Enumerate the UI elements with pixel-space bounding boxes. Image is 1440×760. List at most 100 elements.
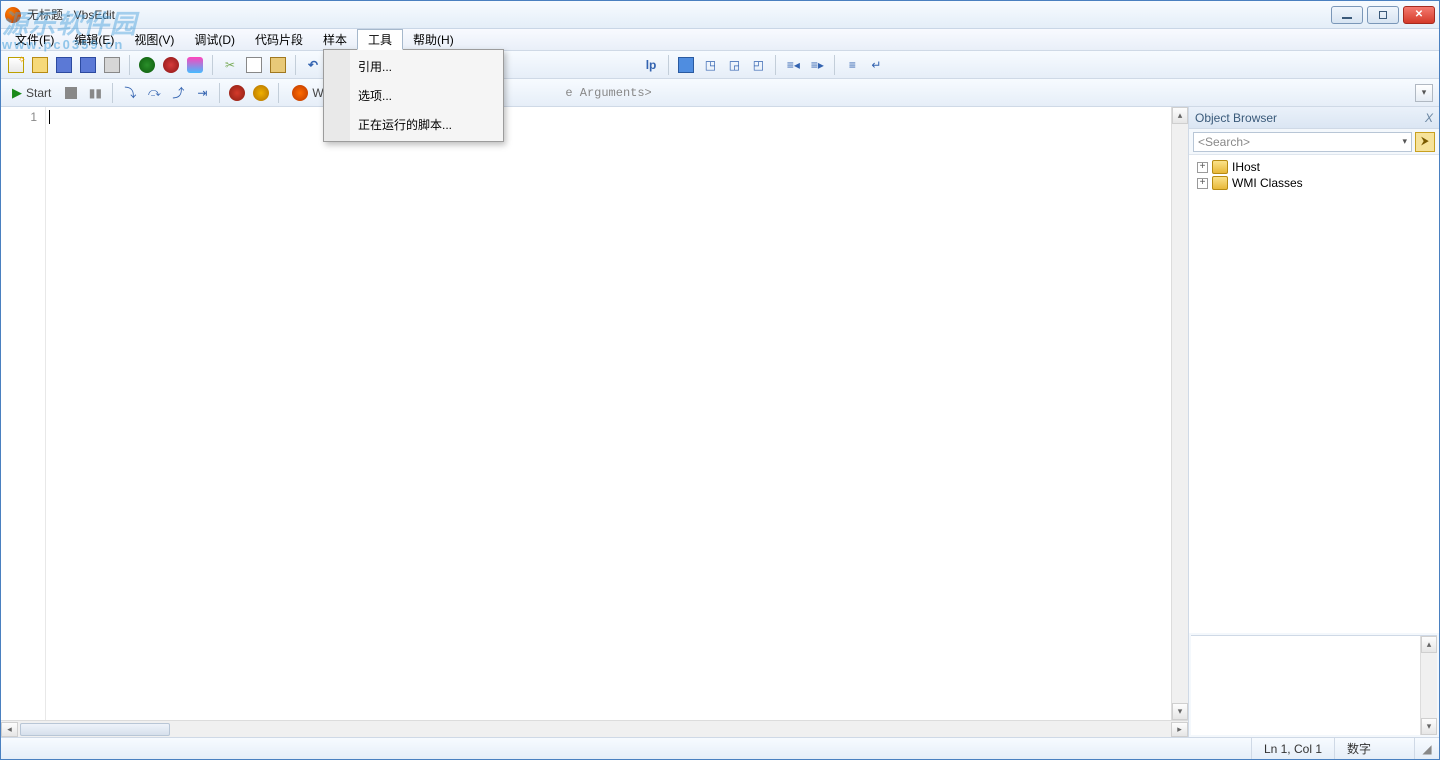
menu-options[interactable]: 选项... [326,81,501,110]
undo-button[interactable]: ↶ [302,54,324,76]
wscript-icon [292,85,308,101]
arguments-dropdown[interactable]: ▾ [1415,84,1433,102]
separator [834,55,835,75]
folder-icon [1212,160,1228,174]
stop-button[interactable] [60,82,82,104]
text-cursor [49,110,50,124]
tree-label: WMI Classes [1232,176,1303,190]
tools-dropdown: 引用... 选项... 正在运行的脚本... [323,49,504,142]
help-label-fragment: lp [646,58,657,72]
status-mode: 数字 [1334,738,1414,759]
menu-bar: 文件(F) 编辑(E) 视图(V) 调试(D) 代码片段 样本 工具 帮助(H) [1,29,1439,51]
print-button[interactable] [101,54,123,76]
menu-running-scripts[interactable]: 正在运行的脚本... [326,110,501,139]
panel-close-button[interactable]: X [1425,111,1433,125]
menu-references[interactable]: 引用... [326,52,501,81]
menu-sample[interactable]: 样本 [313,29,357,50]
step-out-button[interactable]: ⤴ [167,82,189,104]
code-area[interactable] [45,107,1171,720]
pause-button[interactable]: ▮▮ [84,82,106,104]
toggle-breakpoint-button[interactable] [226,82,248,104]
panel-title-text: Object Browser [1195,111,1277,125]
copy-button[interactable] [243,54,265,76]
bookmark-button[interactable]: ◰ [747,54,769,76]
save-button[interactable] [53,54,75,76]
separator [219,83,220,103]
open-file-button[interactable] [29,54,51,76]
wrap-button[interactable]: ↵ [865,54,887,76]
menu-help[interactable]: 帮助(H) [403,29,464,50]
uncomment-button[interactable]: ◲ [723,54,745,76]
maximize-button[interactable] [1367,6,1399,24]
globe1-button[interactable] [136,54,158,76]
object-browser-panel: Object Browser X <Search> ▾ ⮞ + IHost + [1188,107,1439,737]
debug-toolbar: ▶ Start ▮▮ ⤵ ⤼ ⤴ ⇥ WScript ▾ e Arguments… [1,79,1439,107]
arguments-field[interactable]: e Arguments> [561,86,1413,100]
scroll-track[interactable] [18,722,1171,737]
scroll-thumb[interactable] [20,723,170,736]
horizontal-scrollbar[interactable]: ◂ ▸ [1,720,1188,737]
scroll-up[interactable]: ▴ [1172,107,1188,124]
comment-button[interactable]: ◳ [699,54,721,76]
outdent-button[interactable]: ≡◂ [782,54,804,76]
search-dropdown-icon[interactable]: ▾ [1402,136,1407,147]
menu-edit[interactable]: 编辑(E) [64,29,124,50]
scroll-down[interactable]: ▾ [1421,718,1437,735]
separator [112,83,113,103]
menu-file[interactable]: 文件(F) [5,29,64,50]
object-search-box[interactable]: <Search> ▾ [1193,132,1412,152]
search-go-button[interactable]: ⮞ [1415,132,1435,152]
separator [212,55,213,75]
indent-button[interactable]: ≡▸ [806,54,828,76]
tree-node-wmi[interactable]: + WMI Classes [1191,175,1437,191]
separator [775,55,776,75]
details-scrollbar[interactable]: ▴ ▾ [1420,636,1437,735]
play-icon: ▶ [12,85,22,101]
scroll-down[interactable]: ▾ [1172,703,1188,720]
globe2-button[interactable] [160,54,182,76]
palette-button[interactable] [184,54,206,76]
paste-button[interactable] [267,54,289,76]
expand-icon[interactable]: + [1197,162,1208,173]
tree-node-ihost[interactable]: + IHost [1191,159,1437,175]
search-placeholder: <Search> [1198,135,1250,149]
scroll-right[interactable]: ▸ [1171,722,1188,737]
vertical-scrollbar[interactable]: ▴ ▾ [1171,107,1188,720]
scroll-up[interactable]: ▴ [1421,636,1437,653]
app-icon [5,7,21,23]
separator [278,83,279,103]
main-toolbar: ✂ ↶ ↷ Snippets ▾ lp ◳ ◲ ◰ ≡◂ ≡▸ ≡ ↵ [1,51,1439,79]
run-to-cursor-button[interactable]: ⇥ [191,82,213,104]
save-all-button[interactable] [77,54,99,76]
status-bar: Ln 1, Col 1 数字 ◢ [1,737,1439,759]
menu-tools[interactable]: 工具 [357,29,403,50]
new-file-button[interactable] [5,54,27,76]
step-over-button[interactable]: ⤼ [143,82,165,104]
object-details-pane: ▴ ▾ [1191,635,1437,735]
start-button[interactable]: ▶ Start [5,82,58,104]
line-gutter: 1 [1,107,45,720]
stop-icon [65,87,77,99]
scroll-left[interactable]: ◂ [1,722,18,737]
status-position: Ln 1, Col 1 [1251,738,1334,759]
object-tree[interactable]: + IHost + WMI Classes [1189,155,1439,633]
menu-codefrag[interactable]: 代码片段 [245,29,313,50]
step-into-button[interactable]: ⤵ [119,82,141,104]
close-button[interactable]: ✕ [1403,6,1435,24]
menu-view[interactable]: 视图(V) [124,29,184,50]
align-left-button[interactable]: ≡ [841,54,863,76]
expand-icon[interactable]: + [1197,178,1208,189]
minimize-button[interactable] [1331,6,1363,24]
line-number: 1 [1,110,37,124]
object-browser-title: Object Browser X [1189,107,1439,129]
resize-grip[interactable]: ◢ [1414,738,1439,759]
clear-breakpoints-button[interactable] [250,82,272,104]
tree-label: IHost [1232,160,1260,174]
editor-pane: 1 ▴ ▾ ◂ ▸ [1,107,1188,737]
menu-debug[interactable]: 调试(D) [184,29,245,50]
start-label: Start [26,86,51,100]
window-title: 无标题 - VbsEdit [27,6,115,23]
cut-button[interactable]: ✂ [219,54,241,76]
monitor-button[interactable] [675,54,697,76]
separator [668,55,669,75]
